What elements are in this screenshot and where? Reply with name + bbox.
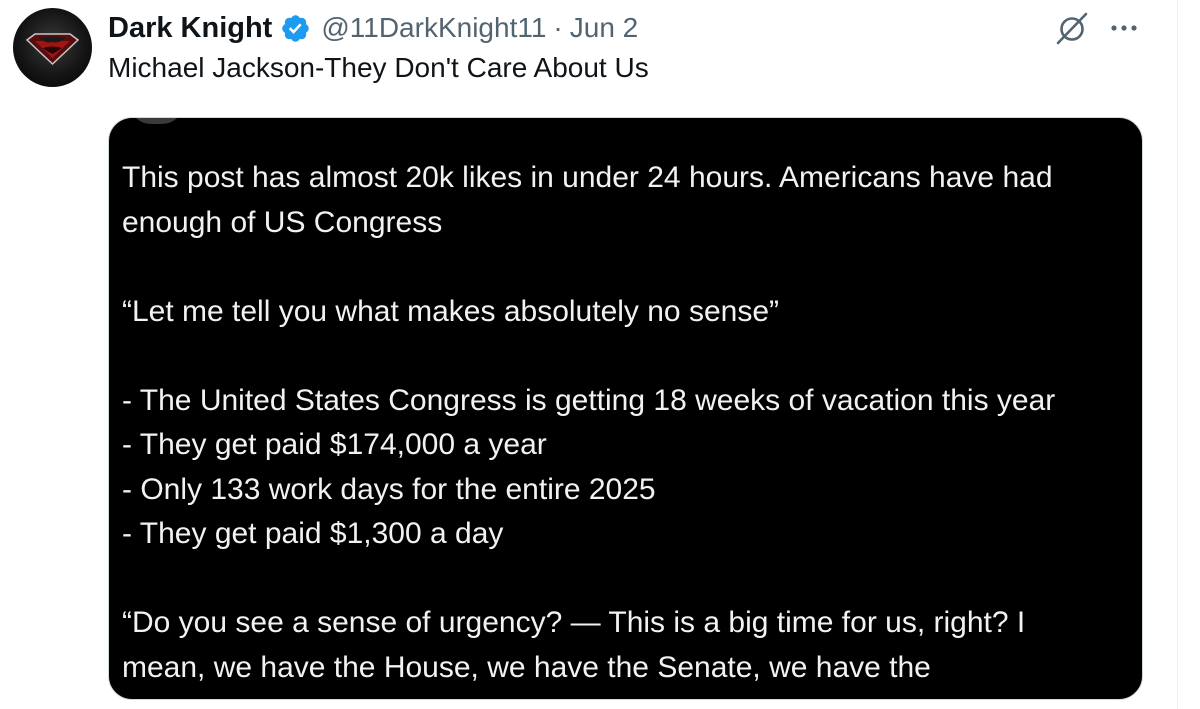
media-line: This post has almost 20k likes in under … bbox=[122, 161, 1053, 194]
media-blank-line bbox=[122, 557, 1132, 602]
cropped-header-fragment bbox=[129, 118, 449, 124]
verified-badge-icon[interactable] bbox=[280, 13, 311, 44]
media-image[interactable]: This post has almost 20k likes in under … bbox=[108, 117, 1143, 700]
separator-dot: · bbox=[553, 12, 563, 43]
media-line: - Only 133 work days for the entire 2025 bbox=[122, 472, 656, 506]
post-date[interactable]: Jun 2 bbox=[570, 12, 639, 44]
media-line: mean, we have the House, we have the Sen… bbox=[122, 650, 931, 684]
column-divider bbox=[1177, 0, 1178, 709]
more-dots-icon[interactable] bbox=[1108, 12, 1140, 44]
tweet[interactable]: Dark Knight @11DarkKnight11 · Jun 2 Mich… bbox=[0, 0, 1200, 709]
media-line: - They get paid $1,300 a day bbox=[122, 517, 504, 550]
avatar[interactable] bbox=[13, 8, 92, 87]
media-line: - The United States Congress is getting … bbox=[122, 383, 1056, 417]
tweet-header: Dark Knight @11DarkKnight11 · Jun 2 bbox=[108, 8, 638, 48]
display-name[interactable]: Dark Knight bbox=[108, 12, 272, 45]
media-line: enough of US Congress bbox=[122, 205, 443, 239]
batman-superman-logo-icon bbox=[25, 33, 80, 66]
media-text-block: This post has almost 20k likes in under … bbox=[122, 156, 1132, 690]
media-blank-line bbox=[122, 334, 1132, 379]
media-blank-line bbox=[122, 245, 1132, 290]
media-line: - They get paid $174,000 a year bbox=[122, 428, 547, 461]
grok-icon[interactable] bbox=[1054, 10, 1090, 46]
media-line: “Do you see a sense of urgency? — This i… bbox=[122, 606, 1026, 639]
author-handle[interactable]: @11DarkKnight11 bbox=[321, 12, 546, 44]
media-line: “Let me tell you what makes absolutely n… bbox=[122, 294, 779, 328]
tweet-actions-top bbox=[1054, 10, 1140, 46]
tweet-text: Michael Jackson-They Don't Care About Us bbox=[108, 52, 649, 83]
